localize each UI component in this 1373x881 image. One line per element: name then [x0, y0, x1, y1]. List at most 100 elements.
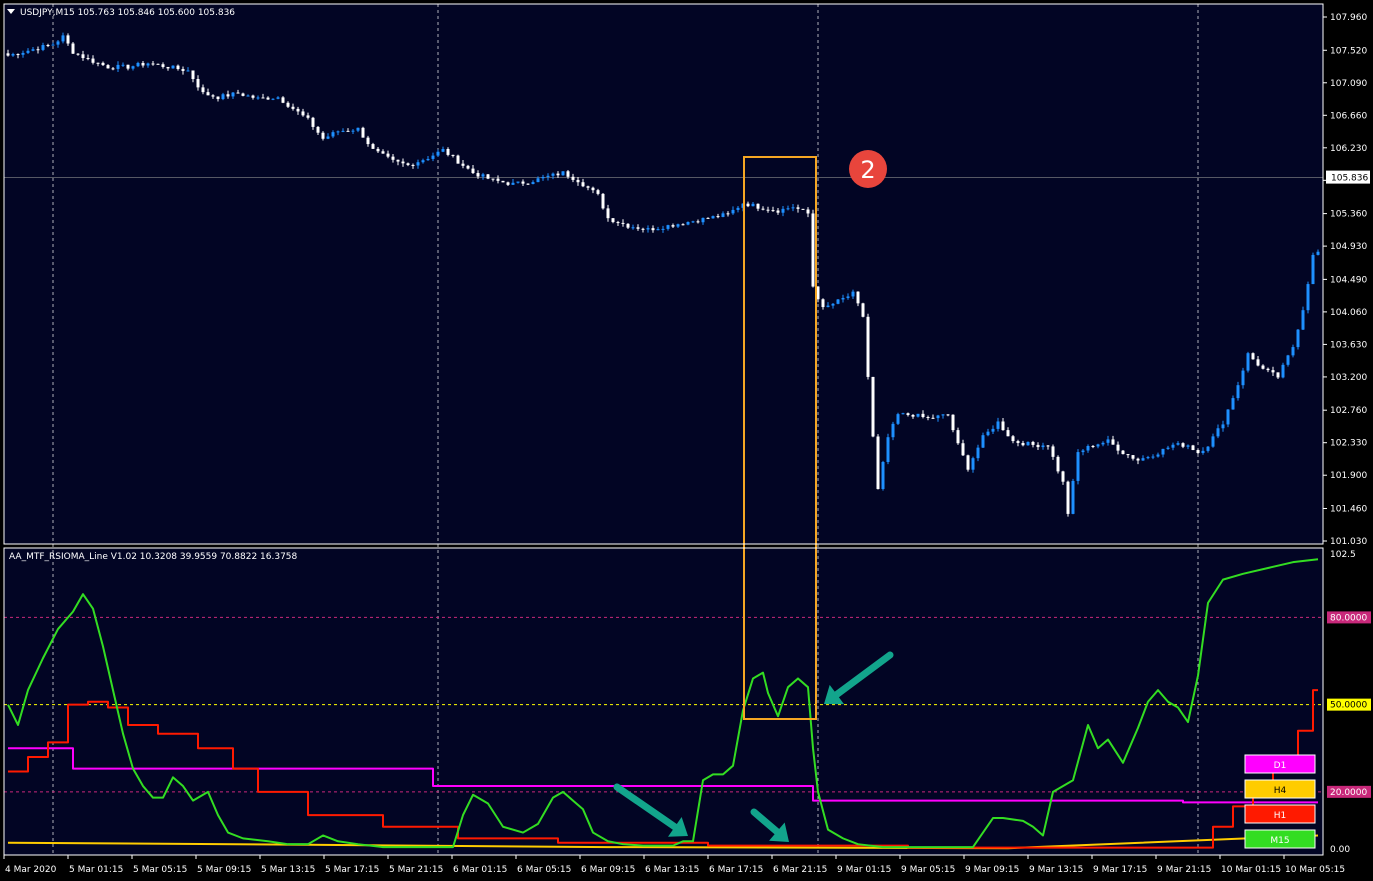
candle-body [701, 217, 705, 223]
candle-body [206, 92, 210, 96]
candle-body [466, 165, 470, 169]
candle-body [721, 213, 725, 217]
candle-body [961, 443, 965, 456]
time-tick-label: 6 Mar 09:15 [581, 865, 635, 875]
candle-body [291, 106, 295, 109]
candle-body [1286, 355, 1290, 365]
candle-body [1191, 445, 1195, 451]
candle-body [641, 228, 645, 230]
candle-body [771, 210, 775, 212]
candle-body [71, 43, 75, 54]
candle-body [546, 175, 550, 177]
level-20-label: 20.0000 [1330, 788, 1367, 798]
candle-body [371, 144, 375, 149]
price-tick-label: 101.460 [1330, 504, 1367, 514]
price-tick-label: 103.200 [1330, 373, 1367, 383]
candle-body [996, 421, 1000, 429]
candle-body [1126, 454, 1130, 456]
candle-body [616, 222, 620, 224]
candle-body [216, 96, 220, 100]
price-tick-label: 107.960 [1330, 13, 1367, 23]
candle-body [306, 115, 310, 118]
candle-body [266, 97, 270, 100]
price-tick-label: 106.230 [1330, 144, 1367, 154]
candle-body [1181, 443, 1185, 447]
candle-body [766, 209, 770, 211]
candle-body [511, 182, 515, 185]
time-tick-label: 6 Mar 17:15 [709, 865, 763, 875]
candle-body [271, 98, 275, 100]
candle-body [1151, 456, 1155, 458]
legend-label-h1: H1 [1274, 811, 1287, 821]
candle-body [801, 208, 805, 210]
time-tick-label: 5 Mar 21:15 [389, 865, 443, 875]
candle-body [91, 58, 95, 63]
candle-body [1206, 446, 1210, 451]
candle-body [636, 227, 640, 229]
candle-body [451, 154, 455, 156]
candle-body [46, 45, 50, 47]
candle-body [516, 181, 520, 183]
candle-body [841, 297, 845, 300]
candle-body [1121, 450, 1125, 455]
time-tick-label: 4 Mar 2020 [5, 865, 57, 875]
candle-body [906, 413, 910, 415]
candle-body [66, 35, 70, 44]
time-tick-label: 6 Mar 13:15 [645, 865, 699, 875]
indicator-axis-top-label: 102.5 [1330, 550, 1356, 560]
candle-body [351, 130, 355, 132]
candle-body [1231, 398, 1235, 410]
candle-body [6, 53, 10, 56]
candle-body [821, 299, 825, 308]
candle-body [1156, 454, 1160, 457]
candle-body [191, 70, 195, 80]
candle-body [1316, 251, 1320, 255]
candle-body [536, 178, 540, 183]
candle-body [246, 95, 250, 97]
candle-body [716, 216, 720, 218]
time-tick-label: 10 Mar 01:15 [1221, 865, 1281, 875]
candle-body [201, 87, 205, 93]
candle-body [36, 49, 40, 51]
candle-body [601, 193, 605, 209]
level-50-label: 50.0000 [1330, 701, 1367, 711]
indicator-title: AA_MTF_RSIOMA_Line V1.02 10.3208 39.9559… [9, 552, 298, 562]
candle-body [181, 69, 185, 71]
candle-body [236, 92, 240, 94]
candle-body [596, 190, 600, 194]
candle-body [346, 130, 350, 132]
candle-body [226, 94, 230, 97]
candle-body [396, 159, 400, 162]
candle-body [401, 161, 405, 164]
candle-body [416, 162, 420, 166]
candle-body [331, 132, 335, 137]
candle-body [411, 164, 415, 166]
candle-body [406, 163, 410, 165]
candle-body [106, 65, 110, 69]
candle-body [1201, 450, 1205, 454]
candle-body [1281, 364, 1285, 378]
candle-body [426, 158, 430, 161]
time-tick-label: 9 Mar 05:15 [901, 865, 955, 875]
candle-body [486, 174, 490, 179]
candle-body [1081, 450, 1085, 453]
price-tick-label: 101.030 [1330, 537, 1367, 547]
candle-body [211, 95, 215, 97]
candle-body [856, 291, 860, 304]
candle-body [81, 54, 85, 59]
candle-body [576, 179, 580, 183]
time-tick-label: 6 Mar 01:15 [453, 865, 507, 875]
candle-body [96, 62, 100, 64]
candle-body [1036, 444, 1040, 448]
candle-body [571, 176, 575, 180]
candle-body [1076, 452, 1080, 481]
candle-body [551, 173, 555, 176]
candle-body [736, 207, 740, 210]
candle-body [1216, 428, 1220, 437]
price-tick-label: 107.520 [1330, 46, 1367, 56]
candle-body [1116, 444, 1120, 451]
candle-body [231, 92, 235, 97]
candle-body [1131, 455, 1135, 459]
candle-body [1056, 456, 1060, 472]
candle-body [186, 70, 190, 72]
